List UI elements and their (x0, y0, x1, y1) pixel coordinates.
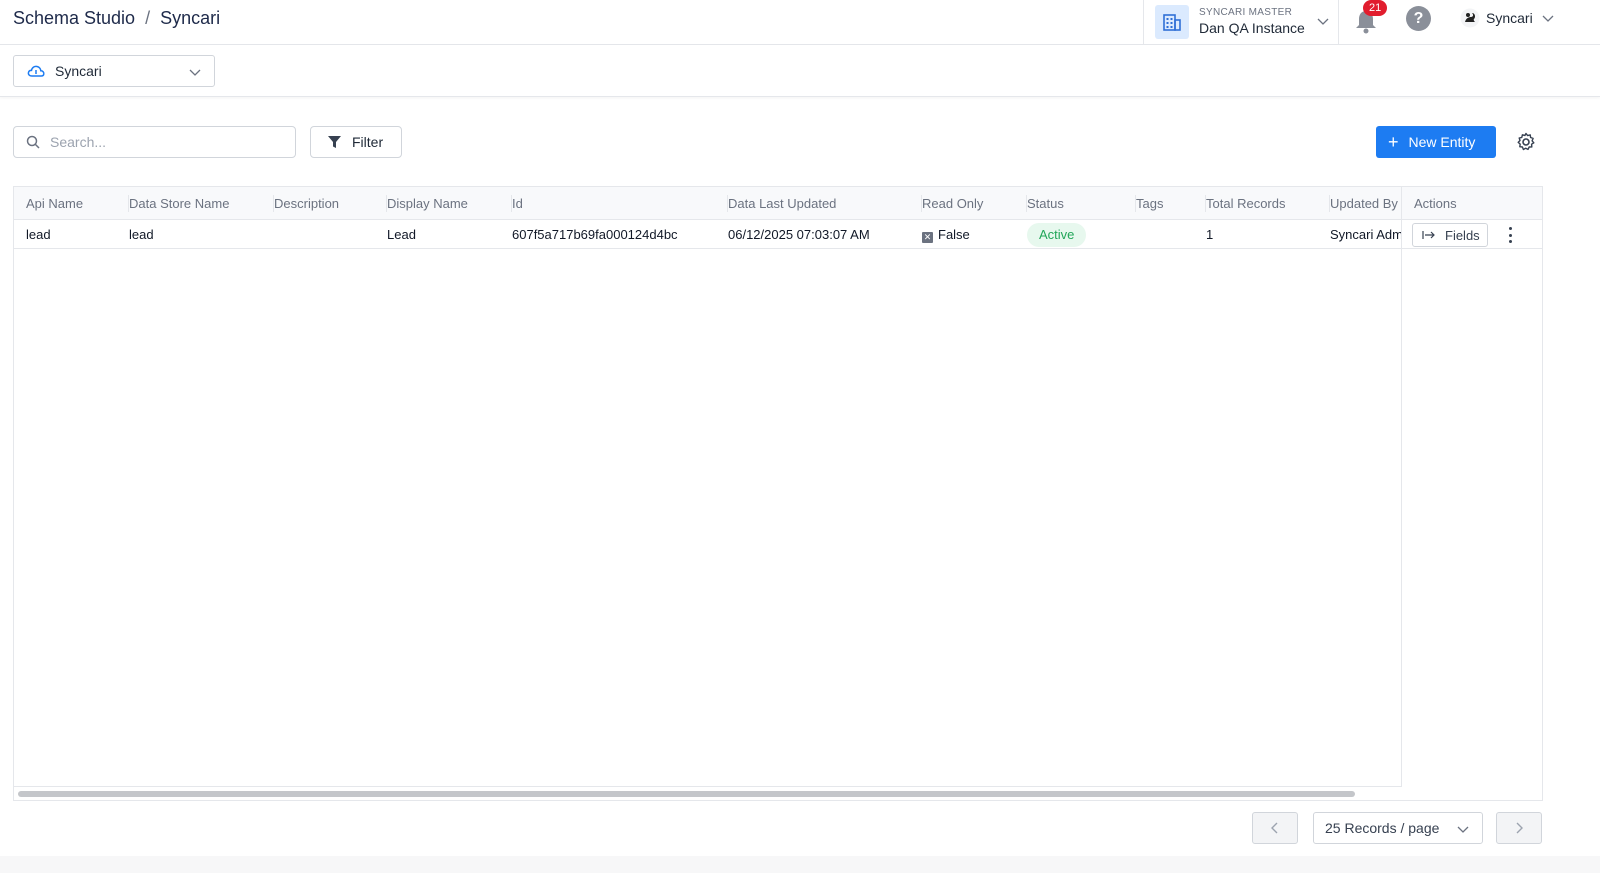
search-input[interactable] (50, 134, 270, 150)
read-only-value: False (938, 227, 970, 242)
column-header-data-last-updated[interactable]: Data Last Updated (728, 187, 922, 220)
new-entity-label: New Entity (1408, 134, 1476, 150)
column-header-display-name[interactable]: Display Name (387, 187, 512, 220)
filter-button[interactable]: Filter (310, 126, 402, 158)
breadcrumb-separator: / (145, 8, 151, 28)
horizontal-scrollbar[interactable] (14, 786, 1401, 800)
status-badge: Active (1027, 223, 1087, 247)
search-box (13, 126, 296, 158)
plus-icon: + (1388, 132, 1399, 152)
previous-page-button[interactable] (1252, 812, 1298, 844)
new-entity-button[interactable]: + New Entity (1376, 126, 1496, 158)
table-header: Api Name Data Store Name Description Dis… (14, 187, 1542, 220)
cell-display-name: Lead (387, 227, 416, 242)
actions-column-divider (1401, 187, 1542, 787)
page-size-value: 25 Records / page (1325, 820, 1440, 836)
column-header-status[interactable]: Status (1027, 187, 1136, 220)
chevron-right-icon (1516, 822, 1523, 834)
column-header-tags[interactable]: Tags (1136, 187, 1206, 220)
filter-icon (328, 136, 341, 148)
breadcrumb-schema-studio[interactable]: Schema Studio (13, 8, 135, 29)
gear-icon[interactable] (1516, 132, 1536, 152)
chevron-down-icon (1317, 18, 1329, 25)
column-header-read-only[interactable]: Read Only (922, 187, 1027, 220)
cell-description (274, 220, 384, 249)
cell-updated-by: Syncari Admin (1330, 227, 1401, 242)
instance-selector[interactable]: SYNCARI MASTER Dan QA Instance (1143, 0, 1339, 44)
column-header-api-name[interactable]: Api Name (26, 187, 129, 220)
column-header-id[interactable]: Id (512, 187, 728, 220)
cell-api-name: lead (26, 227, 51, 242)
page-size-select[interactable]: 25 Records / page (1313, 812, 1483, 844)
cell-total-records: 1 (1206, 227, 1214, 242)
column-header-total-records[interactable]: Total Records (1206, 187, 1330, 220)
help-icon[interactable]: ? (1406, 6, 1431, 31)
scrollbar-thumb[interactable] (18, 791, 1355, 797)
column-header-description[interactable]: Description (274, 187, 387, 220)
user-avatar-icon (1460, 8, 1480, 28)
breadcrumb-current: Syncari (160, 8, 221, 28)
building-icon (1155, 5, 1189, 39)
chevron-down-icon (1457, 826, 1469, 833)
next-page-button[interactable] (1496, 812, 1542, 844)
notification-badge: 21 (1363, 0, 1388, 16)
column-header-updated-by[interactable]: Updated By (1330, 187, 1401, 220)
entities-table: Api Name Data Store Name Description Dis… (13, 186, 1543, 801)
data-store-select[interactable]: Syncari (13, 55, 215, 87)
cell-status: Active (1027, 220, 1132, 249)
chevron-down-icon (1542, 15, 1554, 22)
cell-data-store-name: lead (129, 227, 154, 242)
cell-data-last-updated: 06/12/2025 07:03:07 AM (728, 227, 870, 242)
cell-id: 607f5a717b69fa000124d4bc (512, 227, 678, 242)
user-name: Syncari (1486, 10, 1533, 26)
cell-read-only: ✕ False (922, 220, 1022, 249)
instance-label: SYNCARI MASTER (1199, 7, 1293, 19)
table-row[interactable]: lead lead Lead 607f5a717b69fa000124d4bc … (14, 220, 1542, 249)
breadcrumb: Schema Studio / Syncari (13, 8, 220, 29)
data-store-value: Syncari (55, 63, 102, 79)
user-menu[interactable]: Syncari (1460, 8, 1555, 28)
column-header-data-store-name[interactable]: Data Store Name (129, 187, 274, 220)
page-bottom-edge (0, 856, 1600, 873)
search-icon (26, 135, 40, 149)
top-header: Schema Studio / Syncari SYNCARI MASTER D… (0, 0, 1600, 45)
chevron-left-icon (1271, 822, 1278, 834)
cell-tags (1136, 220, 1202, 249)
filter-label: Filter (352, 134, 384, 150)
x-box-icon: ✕ (922, 232, 933, 243)
data-store-bar: Syncari (0, 45, 1600, 97)
instance-name: Dan QA Instance (1199, 20, 1305, 37)
cloud-icon (27, 65, 45, 77)
chevron-down-icon (189, 69, 201, 76)
